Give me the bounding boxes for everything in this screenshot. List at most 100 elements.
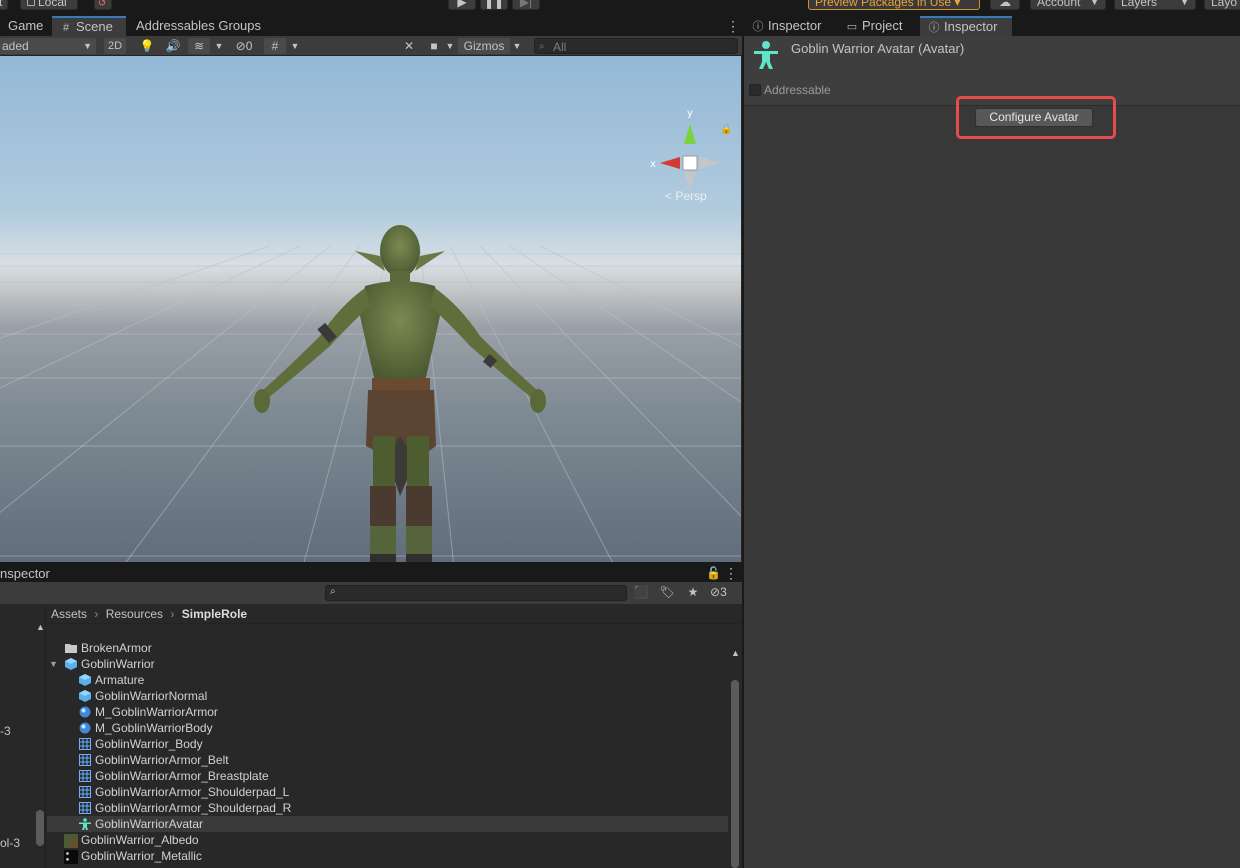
favorite-icon[interactable]: ★	[684, 585, 702, 601]
file-list-item[interactable]: ▼ GoblinWarrior	[47, 656, 728, 672]
axis-y-label: y	[687, 108, 693, 119]
step-button[interactable]: ▶|	[512, 0, 540, 10]
file-list-scrollbar[interactable]	[731, 680, 739, 868]
addressable-label: Addressable	[764, 83, 831, 97]
breadcrumb-assets[interactable]: Assets	[51, 607, 87, 621]
undo-history-button[interactable]: ↺	[94, 0, 112, 10]
2d-toggle[interactable]: 2D	[104, 38, 126, 54]
local-dropdown[interactable]: Local	[20, 0, 78, 10]
cloud-button[interactable]: ☁	[990, 0, 1020, 10]
info-icon: ⓘ	[928, 22, 940, 34]
camera-icon[interactable]: ■	[426, 38, 442, 54]
file-name: GoblinWarriorArmor_Belt	[95, 753, 229, 767]
account-dropdown[interactable]: Account ▼	[1030, 0, 1106, 10]
layers-dropdown[interactable]: Layers ▼	[1114, 0, 1196, 10]
chevron-down-icon[interactable]: ▼	[510, 38, 524, 54]
file-name: GoblinWarriorArmor_Breastplate	[95, 769, 269, 783]
mesh-icon	[79, 800, 95, 816]
inspector-title: Goblin Warrior Avatar (Avatar)	[791, 41, 965, 56]
tab-inspector-partial[interactable]: nspector	[0, 566, 50, 581]
goblin-model[interactable]	[250, 206, 550, 577]
file-list-item[interactable]: M_GoblinWarriorArmor	[47, 704, 728, 720]
addressable-checkbox[interactable]	[749, 84, 761, 96]
expand-arrow-icon[interactable]: ▼	[49, 656, 58, 672]
main-toolbar: t Local ↺ ▶ ❚❚ ▶| Preview Packages in Us…	[0, 0, 1240, 12]
tab-inspector-2[interactable]: ⓘ Inspector	[920, 16, 1012, 36]
tab-addressables-groups[interactable]: Addressables Groups	[128, 16, 269, 36]
gizmos-button[interactable]: Gizmos	[458, 38, 510, 54]
file-list-item[interactable]: GoblinWarriorArmor_Shoulderpad_R	[47, 800, 728, 816]
play-button[interactable]: ▶	[448, 0, 476, 10]
file-list-item[interactable]: GoblinWarrior_Metallic	[47, 848, 728, 864]
scene-toolbar: aded ▼ 2D 💡 🔊 ≋ ▼ ⊘0 # ▼ ✕ ■ ▼ Gizmos ▼ ⌕…	[0, 36, 742, 56]
file-list-item[interactable]: Armature	[47, 672, 728, 688]
account-label: Account	[1037, 0, 1081, 9]
projection-label[interactable]: < Persp	[665, 189, 707, 203]
scene-tabbar: Game # Scene Addressables Groups ⋮	[0, 16, 742, 36]
shading-mode-dropdown[interactable]: aded ▼	[0, 38, 96, 54]
texture-icon	[63, 832, 79, 848]
axis-x-label: x	[650, 159, 656, 170]
grid-icon[interactable]: #	[264, 38, 286, 54]
layout-dropdown[interactable]: Layo	[1204, 0, 1240, 10]
scene-search-input[interactable]: ⌕ All	[534, 38, 738, 54]
lock-icon[interactable]: 🔒	[720, 123, 732, 135]
tab-game[interactable]: Game	[0, 16, 51, 36]
hidden-packages-count: 3	[720, 585, 727, 599]
file-name: GoblinWarriorArmor_Shoulderpad_L	[95, 785, 290, 799]
file-list-item[interactable]: GoblinWarrior_Albedo	[47, 832, 728, 848]
pause-button[interactable]: ❚❚	[480, 0, 508, 10]
file-list-item[interactable]: GoblinWarriorAvatar	[47, 816, 728, 832]
lock-icon[interactable]: 🔓	[706, 566, 721, 580]
breadcrumb-resources[interactable]: Resources	[106, 607, 163, 621]
tab-project[interactable]: ▭ Project	[838, 16, 910, 36]
file-list-item[interactable]: BrokenArmor	[47, 640, 728, 656]
search-icon: ⌕	[330, 586, 336, 597]
lighting-icon[interactable]: 💡	[136, 38, 158, 54]
mesh-icon	[79, 752, 95, 768]
search-placeholder: All	[553, 40, 567, 54]
prefab-icon	[79, 672, 95, 688]
label-filter-icon[interactable]: 🏷	[658, 585, 676, 601]
tab-scene[interactable]: # Scene	[52, 16, 126, 36]
toolbar-fragment[interactable]: t	[0, 0, 8, 10]
tab-inspector-1[interactable]: ⓘ Inspector	[744, 16, 829, 36]
file-list-item[interactable]: GoblinWarriorArmor_Shoulderpad_L	[47, 784, 728, 800]
more-options-icon[interactable]: ⋮	[724, 565, 738, 582]
shading-label: aded	[2, 39, 29, 53]
tree-scrollbar[interactable]	[36, 810, 44, 846]
tree-item[interactable]: ol-3	[0, 836, 20, 850]
file-list-item[interactable]: M_GoblinWarriorBody	[47, 720, 728, 736]
create-filter-icon[interactable]: ⬛	[632, 585, 650, 601]
breadcrumb: Assets › Resources › SimpleRole	[47, 604, 742, 624]
breadcrumb-simplerole[interactable]: SimpleRole	[182, 607, 247, 621]
scene-viewport[interactable]: y x 🔒 < Persp	[0, 56, 741, 577]
chevron-down-icon[interactable]: ▼	[288, 38, 302, 54]
chevron-up-icon[interactable]: ▲	[731, 648, 740, 658]
folder-icon: ▭	[846, 21, 858, 33]
file-list-item[interactable]: GoblinWarriorArmor_Breastplate	[47, 768, 728, 784]
effects-icon[interactable]: ≋	[188, 38, 210, 54]
file-list-item[interactable]: GoblinWarriorArmor_Belt	[47, 752, 728, 768]
tree-item[interactable]: -3	[0, 724, 11, 738]
project-toolbar: ⌕ ⬛ 🏷 ★ ⊘3	[0, 582, 742, 604]
chevron-down-icon: ▼	[1180, 0, 1189, 7]
file-name: GoblinWarrior	[81, 657, 155, 671]
file-list-item[interactable]: GoblinWarrior_Body	[47, 736, 728, 752]
tab-scene-label: Scene	[76, 19, 113, 34]
chevron-down-icon[interactable]: ▼	[444, 38, 456, 54]
chevron-up-icon[interactable]: ▲	[36, 622, 45, 632]
hidden-packages-toggle[interactable]: ⊘3	[710, 585, 740, 601]
preview-packages-button[interactable]: Preview Packages in Use ▾	[808, 0, 980, 10]
file-list-item[interactable]: GoblinWarriorNormal	[47, 688, 728, 704]
scene-visibility-toggle[interactable]: ⊘0	[230, 38, 258, 54]
history-icon: ↺	[98, 0, 107, 9]
project-search-input[interactable]: ⌕	[325, 585, 627, 601]
tools-icon[interactable]: ✕	[398, 38, 420, 54]
info-icon: ⓘ	[752, 21, 764, 33]
avatar-icon	[79, 816, 95, 832]
chevron-down-icon[interactable]: ▼	[212, 38, 226, 54]
prefab-icon	[79, 688, 95, 704]
avatar-icon	[754, 41, 778, 69]
audio-icon[interactable]: 🔊	[162, 38, 184, 54]
